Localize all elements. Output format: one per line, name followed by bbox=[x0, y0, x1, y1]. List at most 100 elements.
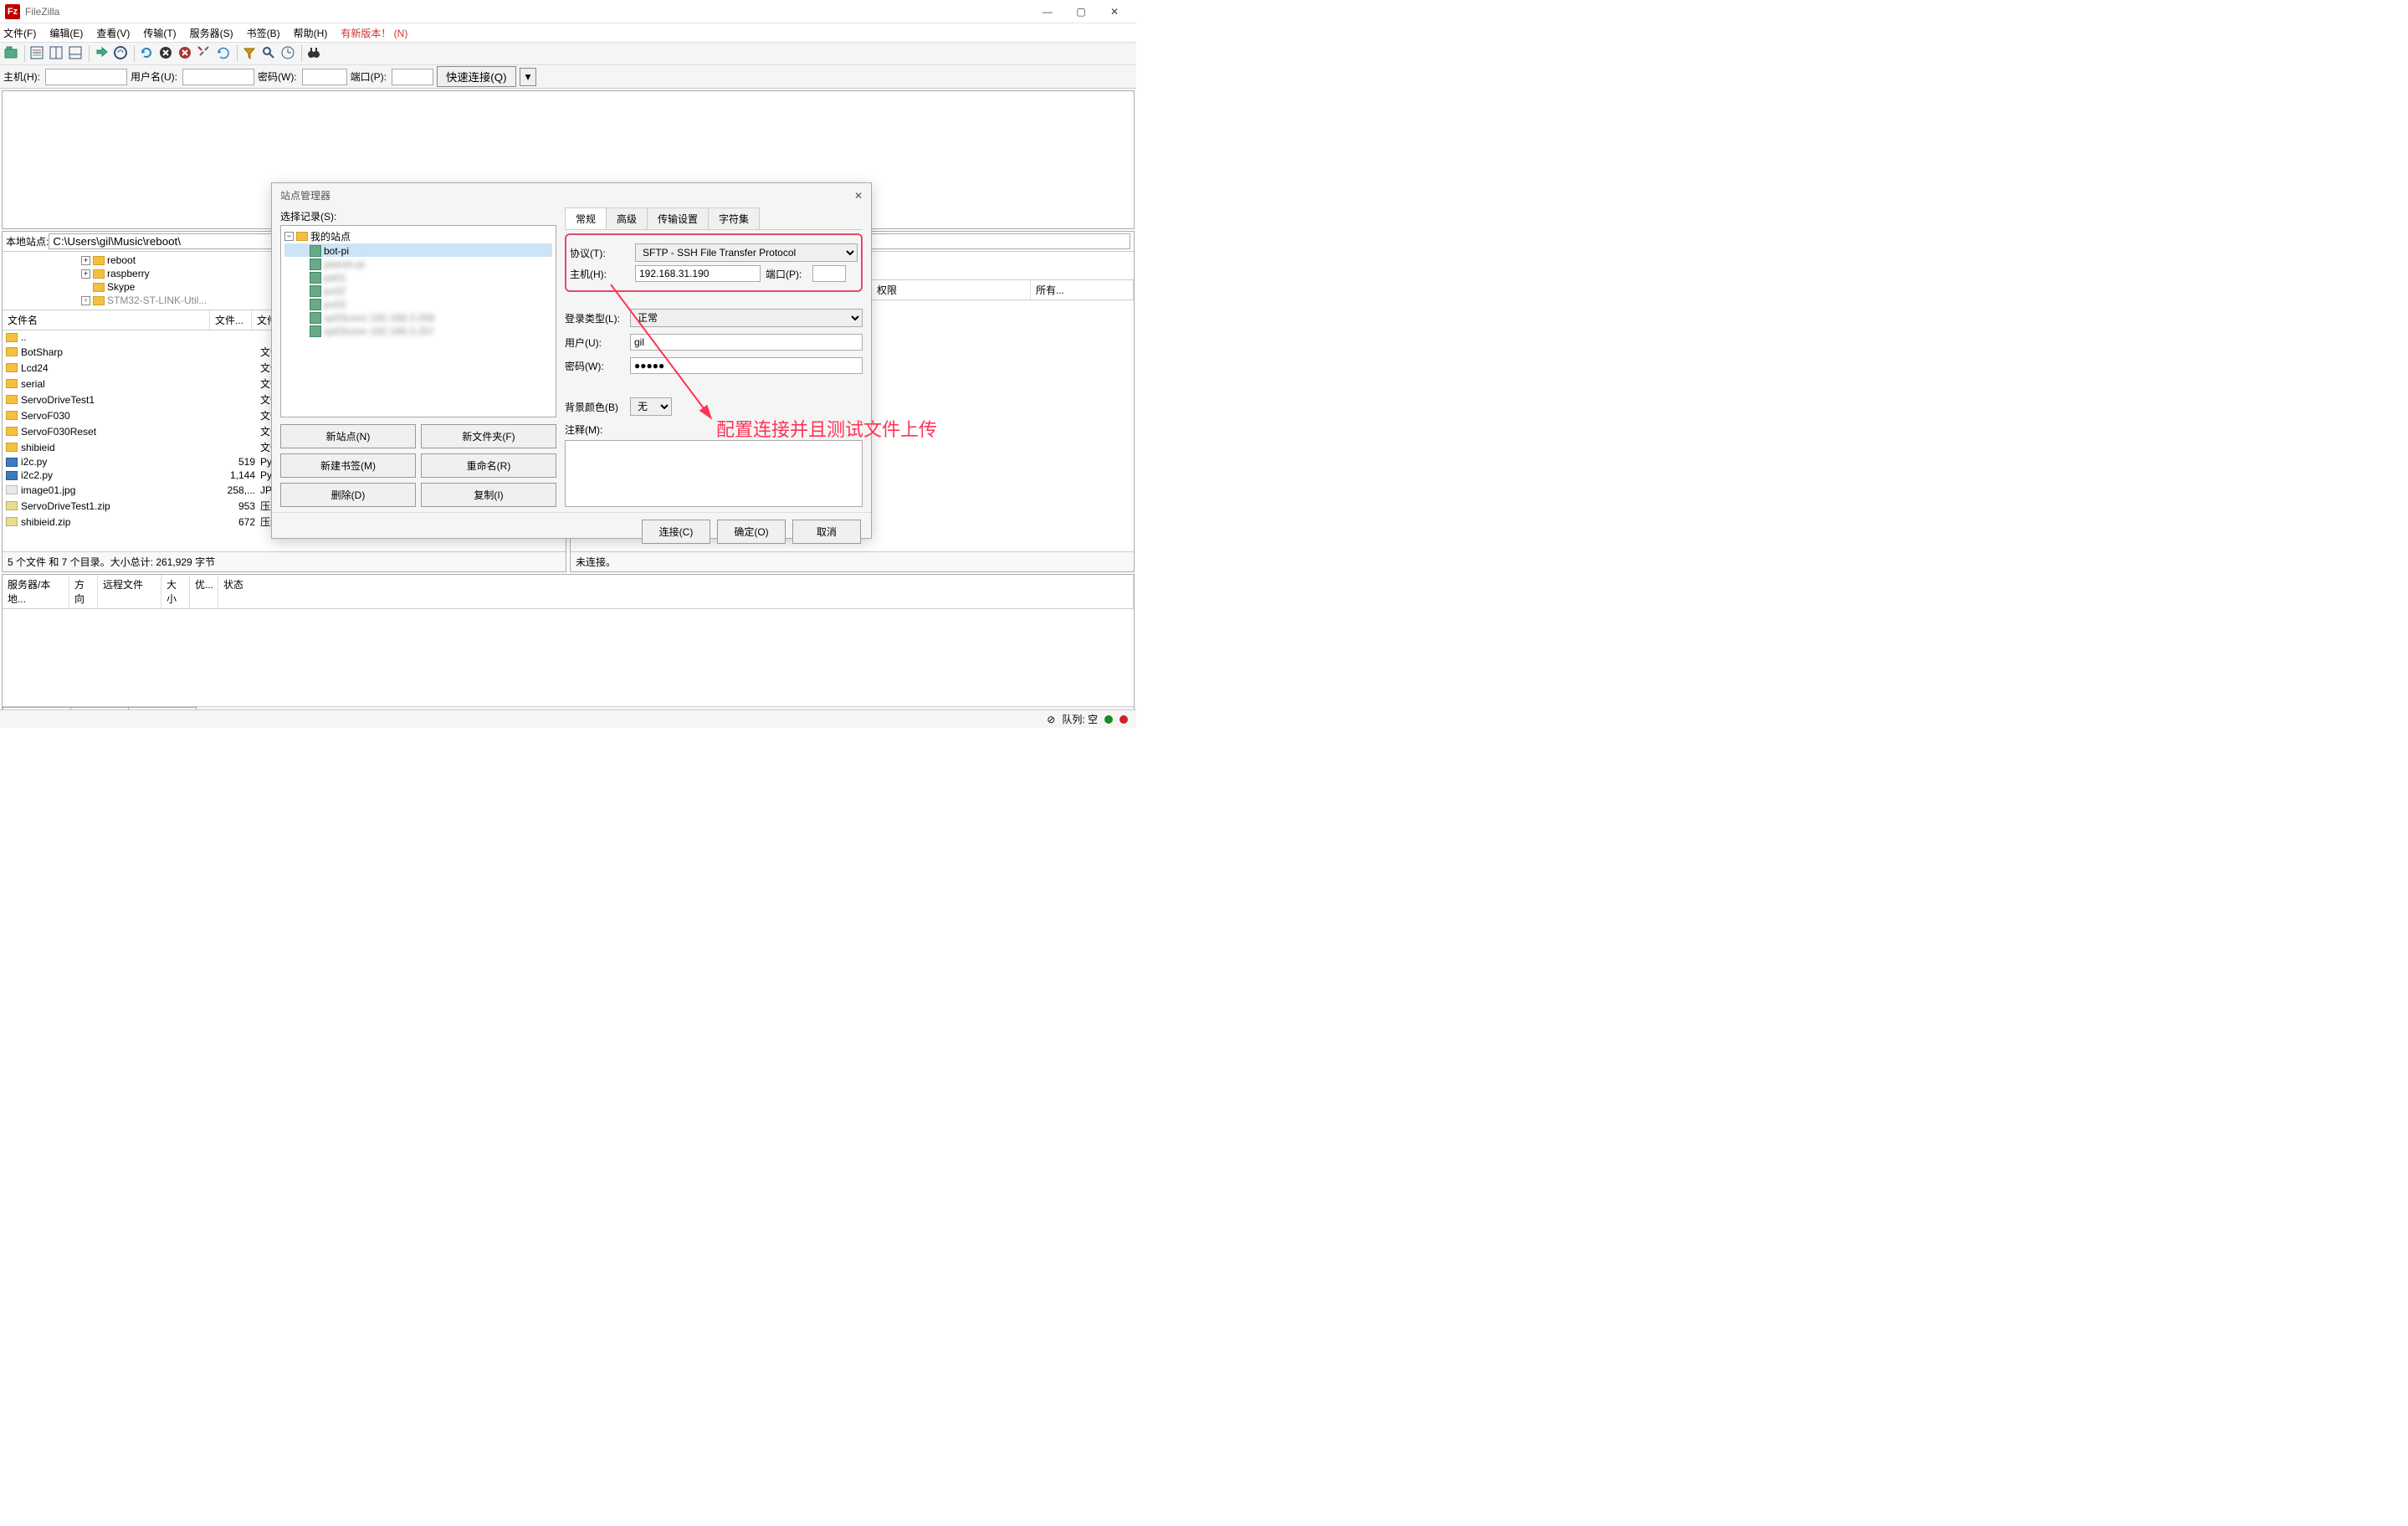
col-owner[interactable]: 所有... bbox=[1031, 280, 1134, 300]
expand-icon[interactable]: + bbox=[81, 256, 90, 265]
user-label: 用户(U): bbox=[565, 335, 625, 350]
col-priority[interactable]: 优... bbox=[190, 575, 218, 608]
compare-icon[interactable] bbox=[113, 45, 130, 62]
tree-node[interactable]: STM32-ST-LINK-Util... bbox=[107, 294, 207, 306]
login-type-select[interactable]: 正常 bbox=[630, 309, 863, 327]
quickconnect-dropdown[interactable]: ▾ bbox=[520, 68, 537, 86]
menu-bookmarks[interactable]: 书签(B) bbox=[247, 26, 280, 40]
minimize-button[interactable]: — bbox=[1031, 1, 1064, 23]
qc-host-input[interactable] bbox=[45, 69, 127, 85]
host-input[interactable] bbox=[635, 265, 761, 282]
rename-button[interactable]: 重命名(R) bbox=[421, 453, 556, 478]
menu-new-version[interactable]: 有新版本！ (N) bbox=[341, 26, 407, 40]
site-item[interactable]: sp03conn 192.168.3.256 bbox=[324, 312, 434, 324]
queue-status-icon: ⊘ bbox=[1047, 714, 1055, 725]
menu-server[interactable]: 服务器(S) bbox=[190, 26, 233, 40]
col-size[interactable]: 大小 bbox=[161, 575, 190, 608]
site-item[interactable]: pv02 bbox=[324, 285, 346, 297]
new-bookmark-button[interactable]: 新建书签(M) bbox=[280, 453, 416, 478]
tab-general[interactable]: 常规 bbox=[565, 207, 607, 229]
file-size: 258,... bbox=[213, 484, 255, 496]
menu-edit[interactable]: 编辑(E) bbox=[49, 26, 83, 40]
tree-node[interactable]: reboot bbox=[107, 254, 136, 266]
connect-button[interactable]: 连接(C) bbox=[642, 520, 710, 544]
titlebar: Fz FileZilla — ▢ ✕ bbox=[0, 0, 1136, 23]
qc-user-input[interactable] bbox=[182, 69, 254, 85]
col-filename[interactable]: 文件名 bbox=[3, 310, 210, 330]
tab-advanced[interactable]: 高级 bbox=[606, 207, 648, 229]
toggle-queue-icon[interactable] bbox=[68, 45, 85, 62]
col-remote-file[interactable]: 远程文件 bbox=[98, 575, 161, 608]
binoculars-icon[interactable] bbox=[306, 45, 323, 62]
tree-node[interactable]: Skype bbox=[107, 281, 135, 293]
dialog-close-button[interactable]: ✕ bbox=[854, 190, 863, 202]
reconnect-icon[interactable] bbox=[216, 45, 233, 62]
protocol-label: 协议(T): bbox=[570, 246, 630, 260]
bgcolor-select[interactable]: 无 bbox=[630, 397, 672, 416]
toggle-log-icon[interactable] bbox=[29, 45, 46, 62]
clock-icon[interactable] bbox=[280, 45, 297, 62]
ok-button[interactable]: 确定(O) bbox=[717, 520, 786, 544]
server-icon bbox=[310, 312, 321, 324]
zip-icon bbox=[6, 501, 18, 510]
folder-icon bbox=[6, 443, 18, 452]
menu-view[interactable]: 查看(V) bbox=[96, 26, 130, 40]
qc-pass-input[interactable] bbox=[302, 69, 347, 85]
password-input[interactable] bbox=[630, 357, 863, 374]
protocol-select[interactable]: SFTP - SSH File Transfer Protocol bbox=[635, 243, 858, 262]
port-label: 端口(P): bbox=[766, 267, 807, 281]
copy-button[interactable]: 复制(I) bbox=[421, 483, 556, 507]
site-item[interactable]: plansh-pi bbox=[324, 259, 365, 270]
notes-input[interactable] bbox=[565, 440, 863, 507]
col-server[interactable]: 服务器/本地... bbox=[3, 575, 69, 608]
site-tree[interactable]: − 我的站点 bot-pi plansh-pi pa01 pv02 pv03 sp… bbox=[280, 225, 556, 417]
close-button[interactable]: ✕ bbox=[1098, 1, 1131, 23]
user-input[interactable] bbox=[630, 334, 863, 351]
site-item[interactable]: sp03conn 192.168.3.257 bbox=[324, 325, 434, 337]
col-perms[interactable]: 权限 bbox=[872, 280, 1031, 300]
site-item[interactable]: pa01 bbox=[324, 272, 346, 284]
site-item[interactable]: bot-pi bbox=[324, 245, 349, 257]
quickconnect-button[interactable]: 快速连接(Q) bbox=[437, 66, 516, 87]
search-icon[interactable] bbox=[261, 45, 278, 62]
toggle-tree-icon[interactable] bbox=[49, 45, 65, 62]
site-manager-icon[interactable] bbox=[3, 45, 20, 62]
filter-icon[interactable] bbox=[242, 45, 259, 62]
host-label: 主机(H): bbox=[570, 267, 630, 281]
qc-port-input[interactable] bbox=[392, 69, 433, 85]
new-folder-button[interactable]: 新文件夹(F) bbox=[421, 424, 556, 448]
queue-body[interactable] bbox=[3, 609, 1134, 706]
file-name: ServoDriveTest1.zip bbox=[21, 500, 110, 512]
jpg-icon bbox=[6, 485, 18, 494]
file-name: ServoDriveTest1 bbox=[21, 394, 95, 406]
menu-file[interactable]: 文件(F) bbox=[3, 26, 36, 40]
refresh-icon[interactable] bbox=[139, 45, 156, 62]
window-title: FileZilla bbox=[25, 6, 1031, 18]
disconnect-icon[interactable] bbox=[197, 45, 213, 62]
sync-browse-icon[interactable] bbox=[94, 45, 110, 62]
site-item[interactable]: pv03 bbox=[324, 299, 346, 310]
collapse-icon[interactable]: − bbox=[284, 232, 294, 241]
new-site-button[interactable]: 新站点(N) bbox=[280, 424, 416, 448]
server-icon bbox=[310, 259, 321, 270]
menu-transfer[interactable]: 传输(T) bbox=[143, 26, 176, 40]
port-input[interactable] bbox=[812, 265, 846, 282]
tree-node[interactable]: raspberry bbox=[107, 268, 150, 279]
delete-button[interactable]: 删除(D) bbox=[280, 483, 416, 507]
expand-icon[interactable]: + bbox=[81, 296, 90, 305]
cancel-button[interactable]: 取消 bbox=[792, 520, 861, 544]
site-root-label[interactable]: 我的站点 bbox=[310, 229, 351, 243]
tab-transfer[interactable]: 传输设置 bbox=[647, 207, 709, 229]
maximize-button[interactable]: ▢ bbox=[1064, 1, 1098, 23]
local-path-label: 本地站点: bbox=[6, 234, 49, 248]
tab-charset[interactable]: 字符集 bbox=[708, 207, 760, 229]
file-size: 672 bbox=[213, 516, 255, 528]
menu-help[interactable]: 帮助(H) bbox=[294, 26, 328, 40]
cancel-icon[interactable] bbox=[177, 45, 194, 62]
expand-icon[interactable]: + bbox=[81, 269, 90, 279]
col-state[interactable]: 状态 bbox=[218, 575, 1134, 608]
col-filesize[interactable]: 文件... bbox=[210, 310, 252, 330]
dialog-tabs: 常规 高级 传输设置 字符集 bbox=[565, 207, 863, 230]
process-queue-icon[interactable] bbox=[158, 45, 175, 62]
col-dir[interactable]: 方向 bbox=[69, 575, 98, 608]
